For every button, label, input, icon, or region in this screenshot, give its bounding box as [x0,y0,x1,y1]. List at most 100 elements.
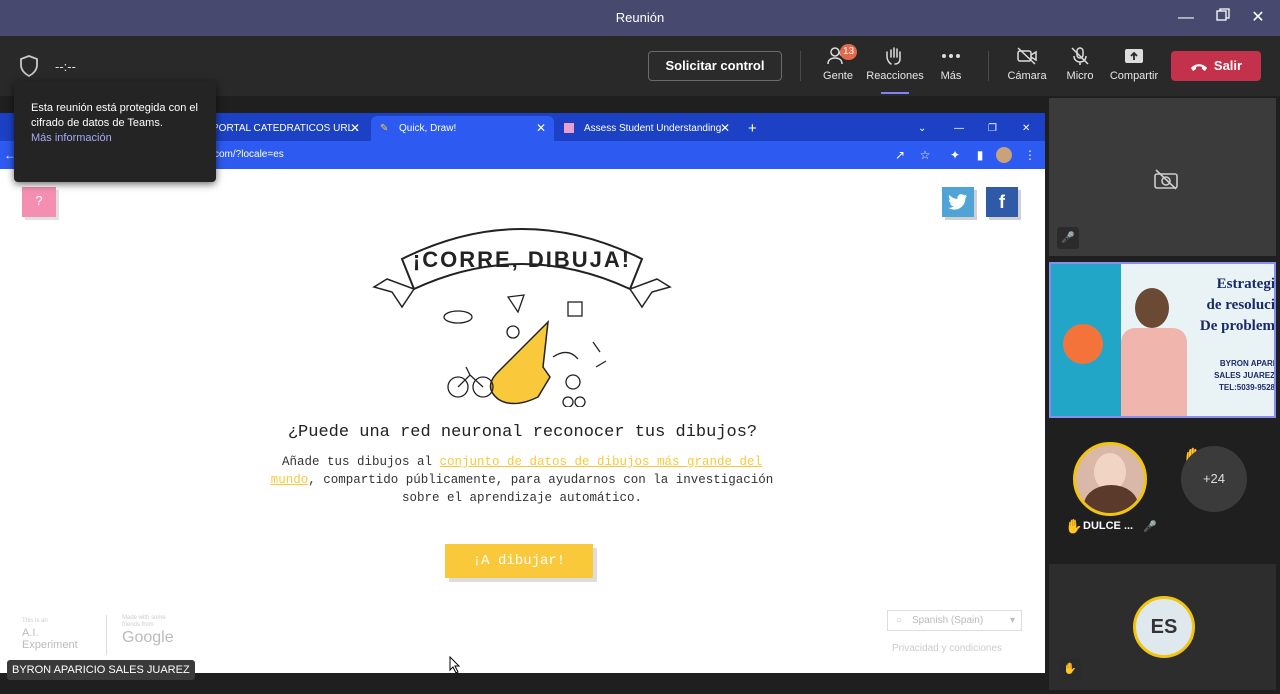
side-panel-icon[interactable]: ▮ [972,147,988,163]
slide-line: Estrategi [1216,276,1275,292]
close-tab-icon[interactable]: ✕ [536,116,546,141]
people-label: Gente [823,70,853,82]
slide-small-line: SALES JUAREZ [1214,371,1275,380]
camera-off-icon [1154,169,1178,190]
leave-label: Salir [1213,58,1243,73]
divider [988,51,989,81]
url-text[interactable]: com/?locale=es [214,149,284,160]
new-tab-icon[interactable]: + [740,116,766,141]
participant-tile[interactable]: 🎤 [1049,98,1276,256]
quick-draw-page: ? f ¡CORRE, DIBUJA! ¿Puede una red neuro… [0,169,1045,673]
raised-hand-icon: ✋ [1065,518,1083,534]
facebook-icon: f [999,192,1005,212]
language-select[interactable]: ○ Spanish (Spain) ▾ [887,610,1022,631]
more-button[interactable]: Más [921,46,981,90]
google-text: Google [122,629,174,646]
start-drawing-button[interactable]: ¡A dibujar! [445,544,593,578]
slide-line: de resoluci [1206,297,1275,313]
minimize-icon[interactable]: — [1175,7,1197,29]
browser-menu-icon[interactable]: ⋮ [1022,147,1038,163]
desc-text: Añade tus dibujos al [281,455,440,469]
doodles-illustration [443,294,607,407]
tab-label: Quick, Draw! [399,123,457,134]
tooltip-text: Esta reunión está protegida con el cifra… [31,102,198,129]
active-indicator [881,92,909,94]
request-control-button[interactable]: Solicitar control [648,51,782,81]
chevron-down-icon: ▾ [1009,615,1015,626]
mic-muted-icon: 🎤 [1057,227,1079,249]
initials-avatar: ES [1133,596,1195,658]
shield-icon[interactable] [18,54,40,78]
facebook-button[interactable]: f [986,187,1018,217]
speaker-head [1135,288,1169,328]
share-icon [1125,49,1143,63]
browser-tab[interactable]: Assess Student Understanding · ✕ [556,116,738,141]
tab-label: Assess Student Understanding · [584,123,728,134]
browser-tab-active[interactable]: ✎ Quick, Draw! ✕ [371,116,554,141]
reactions-label: Reacciones [866,70,924,82]
participant-name: DULCE ... [1083,520,1134,532]
meeting-timer: --:-- [55,59,76,74]
divider [800,51,801,81]
browser-restore-icon[interactable]: ❐ [982,116,1006,141]
privacy-link[interactable]: Privacidad y condiciones [892,643,1002,654]
browser-minimize-icon[interactable]: — [948,116,972,141]
desc-text: , compartido públicamente, para ayudarno… [308,473,774,505]
globe-icon: ○ [896,615,903,626]
language-value: Spanish (Spain) [912,615,984,626]
camera-button[interactable]: Cámara [997,46,1057,90]
profile-avatar[interactable] [996,147,1012,163]
share-label: Compartir [1109,70,1159,82]
restore-icon[interactable] [1212,7,1234,29]
page-headline: ¿Puede una red neuronal reconocer tus di… [287,423,758,442]
ai-line1: A.I. [22,627,39,639]
page-description: Añade tus dibujos al conjunto de datos d… [262,453,782,507]
more-label: Más [940,70,962,82]
close-tab-icon[interactable]: ✕ [720,116,730,141]
participant-tile[interactable]: ES ✋ [1049,564,1276,690]
participants-panel: 🎤 Estrategi de resoluci De problem BYRON… [1045,96,1280,694]
tab-search-icon[interactable]: ⌄ [912,116,936,141]
presenter-name-tag: BYRON APARICIO SALES JUAREZ [7,660,195,680]
mic-button[interactable]: Micro [1050,46,1110,90]
ai-experiment-logo[interactable]: This is an A.I. Experiment [22,615,78,651]
banner-title: ¡CORRE, DIBUJA! [413,247,631,272]
google-logo[interactable]: Made with some friends from Google [122,615,182,647]
people-button[interactable]: 13 Gente [808,44,868,90]
slide-title: Estrategi de resoluci De problem [1187,274,1275,337]
slide-small-line: BYRON APARI [1219,359,1275,368]
mic-label: Micro [1066,70,1094,82]
avatar-shoulders [1084,485,1138,513]
quick-draw-favicon-icon: ✎ [380,123,389,134]
more-info-link[interactable]: Más información [31,131,200,146]
ai-line2: Experiment [22,639,78,651]
share-page-icon[interactable]: ↗ [892,147,908,163]
mic-off-icon [1071,47,1089,65]
close-tab-icon[interactable]: ✕ [350,116,360,141]
twitter-button[interactable] [942,187,974,217]
slide-contact: BYRON APARI SALES JUAREZ TEL:5039-9528 [1201,358,1275,394]
slide-small-line: TEL:5039-9528 [1218,383,1275,392]
leave-button[interactable]: Salir [1171,51,1261,81]
slide-line: De problem [1199,318,1275,334]
more-dots-icon [942,54,960,58]
close-icon[interactable]: ✕ [1247,7,1269,29]
camera-off-icon [1017,47,1037,65]
bookmark-star-icon[interactable]: ☆ [917,147,933,163]
participant-avatar[interactable] [1073,442,1147,516]
ai-small-text: This is an [22,618,48,624]
reactions-button[interactable]: Reacciones [865,46,925,94]
browser-close-icon[interactable]: ✕ [1016,116,1040,141]
slide-bulb-graphic [1063,324,1103,364]
extensions-icon[interactable]: ✦ [947,147,963,163]
title-bar: Reunión — ✕ [0,0,1280,36]
more-participants-button[interactable]: +24 [1181,446,1247,512]
share-button[interactable]: Compartir [1104,46,1164,90]
help-button[interactable]: ? [22,187,56,217]
shared-screen: PORTAL CATEDRATICOS URL : ✕ ✎ Quick, Draw… [0,113,1045,673]
people-count-badge: 13 [840,44,858,60]
speaker-video-tile[interactable]: Estrategi de resoluci De problem BYRON A… [1049,262,1276,418]
divider [106,615,107,655]
speaker-body [1121,328,1187,416]
raise-hand-icon [886,47,901,65]
